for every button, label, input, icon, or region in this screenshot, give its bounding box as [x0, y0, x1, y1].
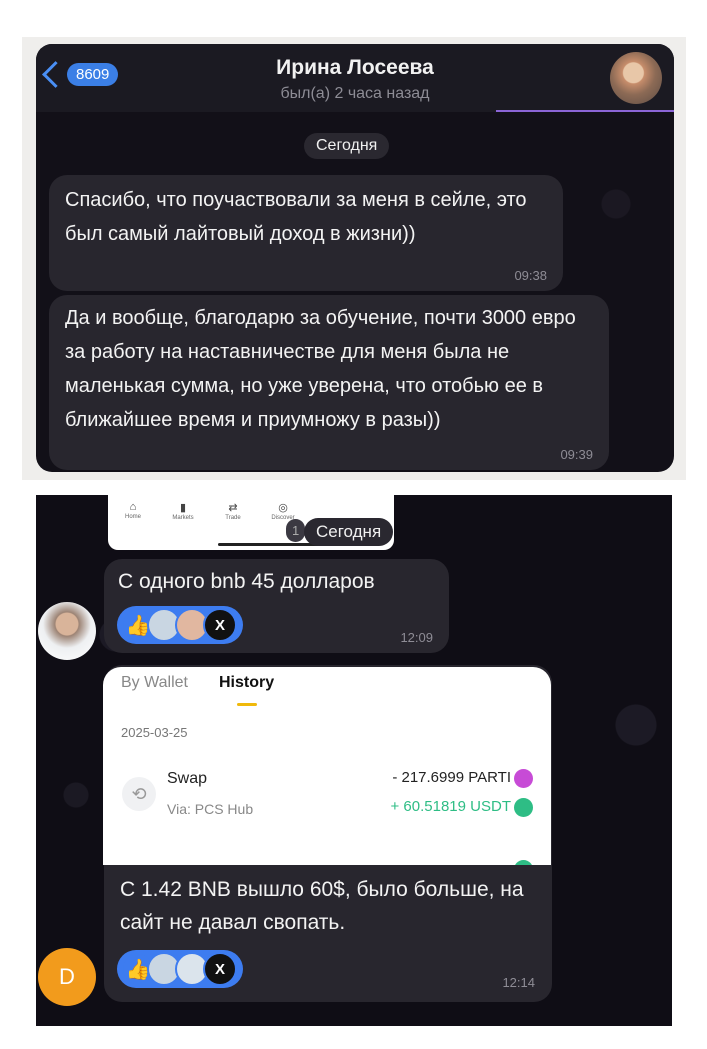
wallet-history-screenshot: By Wallet History 2025-03-25 ⟲ Swap Via:… [103, 667, 551, 865]
contact-name: Ирина Лосеева [276, 56, 434, 79]
tab-history: History [219, 674, 275, 691]
chat-window-top: 8609 Ирина Лосеева был(а) 2 часа назад С… [36, 44, 674, 472]
partial-number-chip: 1 [286, 519, 306, 542]
nav-label: Trade [225, 515, 241, 521]
chat-header: 8609 Ирина Лосеева был(а) 2 часа назад [36, 44, 674, 112]
message-text: С одного bnb 45 долларов [118, 570, 375, 593]
parti-token-icon [514, 769, 533, 788]
nav-home: ⌂ Home [108, 501, 158, 520]
message-time: 09:39 [560, 447, 593, 462]
message-text: Да и вообще, благодарю за обучение, почт… [65, 307, 576, 431]
usdt-token-icon [514, 798, 533, 817]
last-seen-status: был(а) 2 часа назад [280, 85, 430, 102]
reactor-avatar: X [203, 952, 237, 986]
amount-out: - 217.6999 PARTI [392, 769, 511, 786]
home-icon: ⌂ [129, 501, 137, 513]
bar-chart-icon: ▮ [179, 502, 187, 514]
nav-label: Markets [172, 515, 194, 521]
message-bubble[interactable]: Да и вообще, благодарю за обучение, почт… [49, 295, 609, 470]
message-time: 12:09 [400, 630, 433, 645]
swap-icon: ⇄ [228, 502, 238, 514]
transaction-date: 2025-03-25 [121, 725, 188, 740]
message-bubble[interactable]: Спасибо, что поучаствовали за меня в сей… [49, 175, 563, 291]
nav-discover: ◎ Discover [258, 501, 308, 521]
nav-trade: ⇄ Trade [208, 501, 258, 521]
reactions-bar[interactable]: 👍 X [117, 950, 243, 988]
reactor-avatar: X [203, 608, 237, 642]
date-chip: Сегодня [304, 133, 390, 159]
swap-icon: ⟲ [122, 777, 156, 811]
nav-markets: ▮ Markets [158, 501, 208, 521]
message-time: 12:14 [502, 975, 535, 990]
reactions-bar[interactable]: 👍 X [117, 606, 243, 644]
sender-avatar[interactable]: D [38, 948, 96, 1006]
nav-label: Home [124, 514, 141, 520]
contact-avatar[interactable] [610, 52, 662, 104]
transaction-title: Swap [167, 770, 208, 787]
amount-in: + 60.51819 USDT [390, 798, 512, 815]
sender-avatar[interactable] [38, 602, 96, 660]
active-tab-indicator [237, 703, 257, 706]
header-accent-line [496, 110, 674, 112]
date-chip: Сегодня [304, 518, 394, 546]
compass-icon: ◎ [278, 502, 288, 514]
tab-by-wallet: By Wallet [121, 674, 188, 691]
message-text: С 1.42 BNB вышло 60$, было больше, на са… [120, 878, 524, 934]
transaction-via: Via: PCS Hub [167, 801, 254, 817]
message-time: 09:38 [514, 268, 547, 283]
message-text: Спасибо, что поучаствовали за меня в сей… [65, 189, 527, 245]
